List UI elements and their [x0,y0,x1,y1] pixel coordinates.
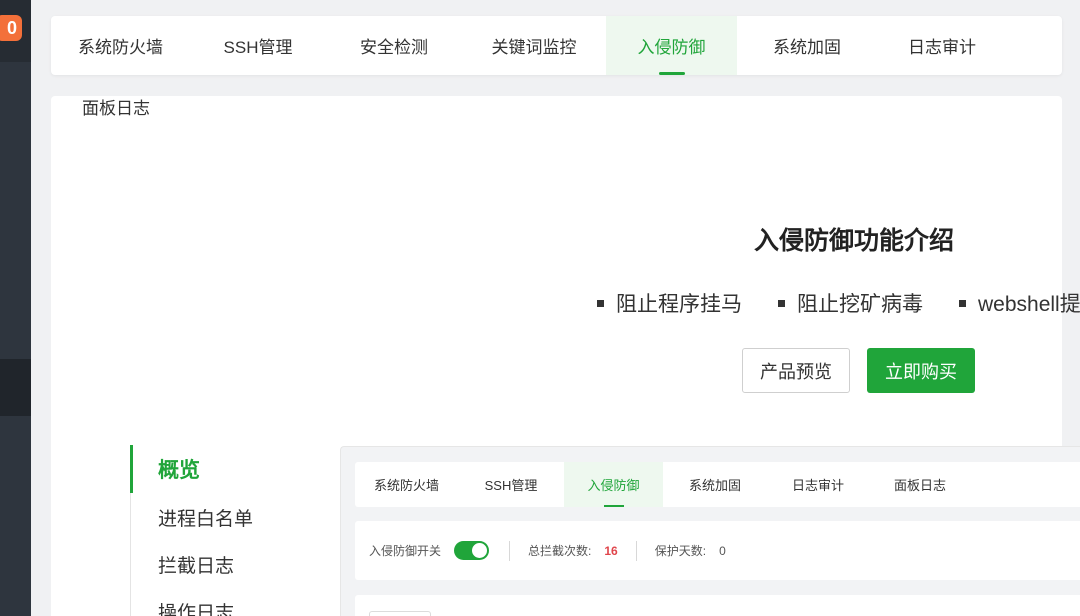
feature-text: webshell提 [978,293,1080,316]
bullet-icon [597,299,604,307]
total-blocked-label: 总拦截次数: [528,544,592,558]
preview-status-bar: 入侵防御开关 总拦截次数: 16 保护天数: 0 [355,521,1080,580]
menu-active-indicator [130,445,133,493]
tab-label: SSH管理 [223,38,293,57]
defense-switch-toggle[interactable] [454,541,490,560]
menu-item-process-whitelist[interactable]: 进程白名单 [158,504,253,531]
tab-ssh-management[interactable]: SSH管理 [190,16,326,75]
security-tab-bar: 系统防火墙 SSH管理 安全检测 关键词监控 入侵防御 系统加固 日志审计 [51,16,1062,75]
preview-tab-hardening[interactable]: 系统加固 [663,462,767,507]
menu-item-overview[interactable]: 概览 [158,454,200,484]
feature-intro-title: 入侵防御功能介绍 [754,227,955,255]
bullet-icon [778,299,785,307]
toggle-knob [472,543,488,558]
tab-label: 入侵防御 [637,38,706,57]
divider [509,540,511,561]
tab-label: 系统防火墙 [373,478,439,493]
tab-system-firewall[interactable]: 系统防火墙 [51,16,190,75]
tab-label: 关键词监控 [491,38,577,57]
tab-label: 系统加固 [773,38,841,57]
protect-days-value: 0 [719,543,726,558]
feature-item: 阻止程序挂马 [597,288,742,318]
tab-label: 日志审计 [791,478,844,493]
buy-now-button[interactable]: 立即购买 [867,348,975,393]
notification-badge[interactable]: 0 [0,15,22,41]
preview-tab-ssh[interactable]: SSH管理 [458,462,564,507]
total-blocked-value: 16 [604,543,618,558]
preview-tab-log-audit[interactable]: 日志审计 [767,462,869,507]
tab-label: 安全检测 [360,38,428,57]
preview-tab-bar: 系统防火墙 SSH管理 入侵防御 系统加固 日志审计 面板日志 [355,462,1080,507]
feature-list: 阻止程序挂马 阻止挖矿病毒 webshell提 [597,288,1080,318]
tab-label: 系统防火墙 [78,38,163,57]
preview-tab-panel-log[interactable]: 面板日志 [869,462,971,507]
tab-system-hardening[interactable]: 系统加固 [737,16,877,75]
tab-label: 日志审计 [908,38,976,57]
preview-content-control [369,611,431,616]
sidebar [0,0,31,616]
preview-side-menu: 概览 进程白名单 拦截日志 操作日志 [130,445,330,616]
feature-item: webshell提 [959,288,1080,318]
tab-label: 入侵防御 [587,478,640,493]
menu-item-intercept-log[interactable]: 拦截日志 [158,551,234,578]
preview-tab-firewall[interactable]: 系统防火墙 [355,462,458,507]
tab-security-scan[interactable]: 安全检测 [326,16,462,75]
tab-log-audit[interactable]: 日志审计 [877,16,1007,75]
feature-text: 阻止挖矿病毒 [797,293,923,316]
tab-label: 面板日志 [893,478,946,493]
tab-label: 系统加固 [688,478,741,493]
feature-text: 阻止程序挂马 [616,293,742,316]
feature-item: 阻止挖矿病毒 [778,288,923,318]
menu-item-operation-log[interactable]: 操作日志 [158,598,234,616]
tab-label: SSH管理 [484,478,538,493]
divider [635,540,637,561]
panel-log-label: 面板日志 [82,99,150,118]
protect-days-label: 保护天数: [654,544,707,558]
bullet-icon [959,299,966,307]
tab-intrusion-defense[interactable]: 入侵防御 [606,16,737,75]
tab-keyword-monitor[interactable]: 关键词监控 [462,16,606,75]
product-preview-button[interactable]: 产品预览 [742,348,850,393]
preview-content-card [355,595,1080,616]
defense-switch-label: 入侵防御开关 [369,544,442,558]
sidebar-item-active[interactable] [0,359,31,416]
preview-tab-intrusion-defense[interactable]: 入侵防御 [564,462,663,507]
